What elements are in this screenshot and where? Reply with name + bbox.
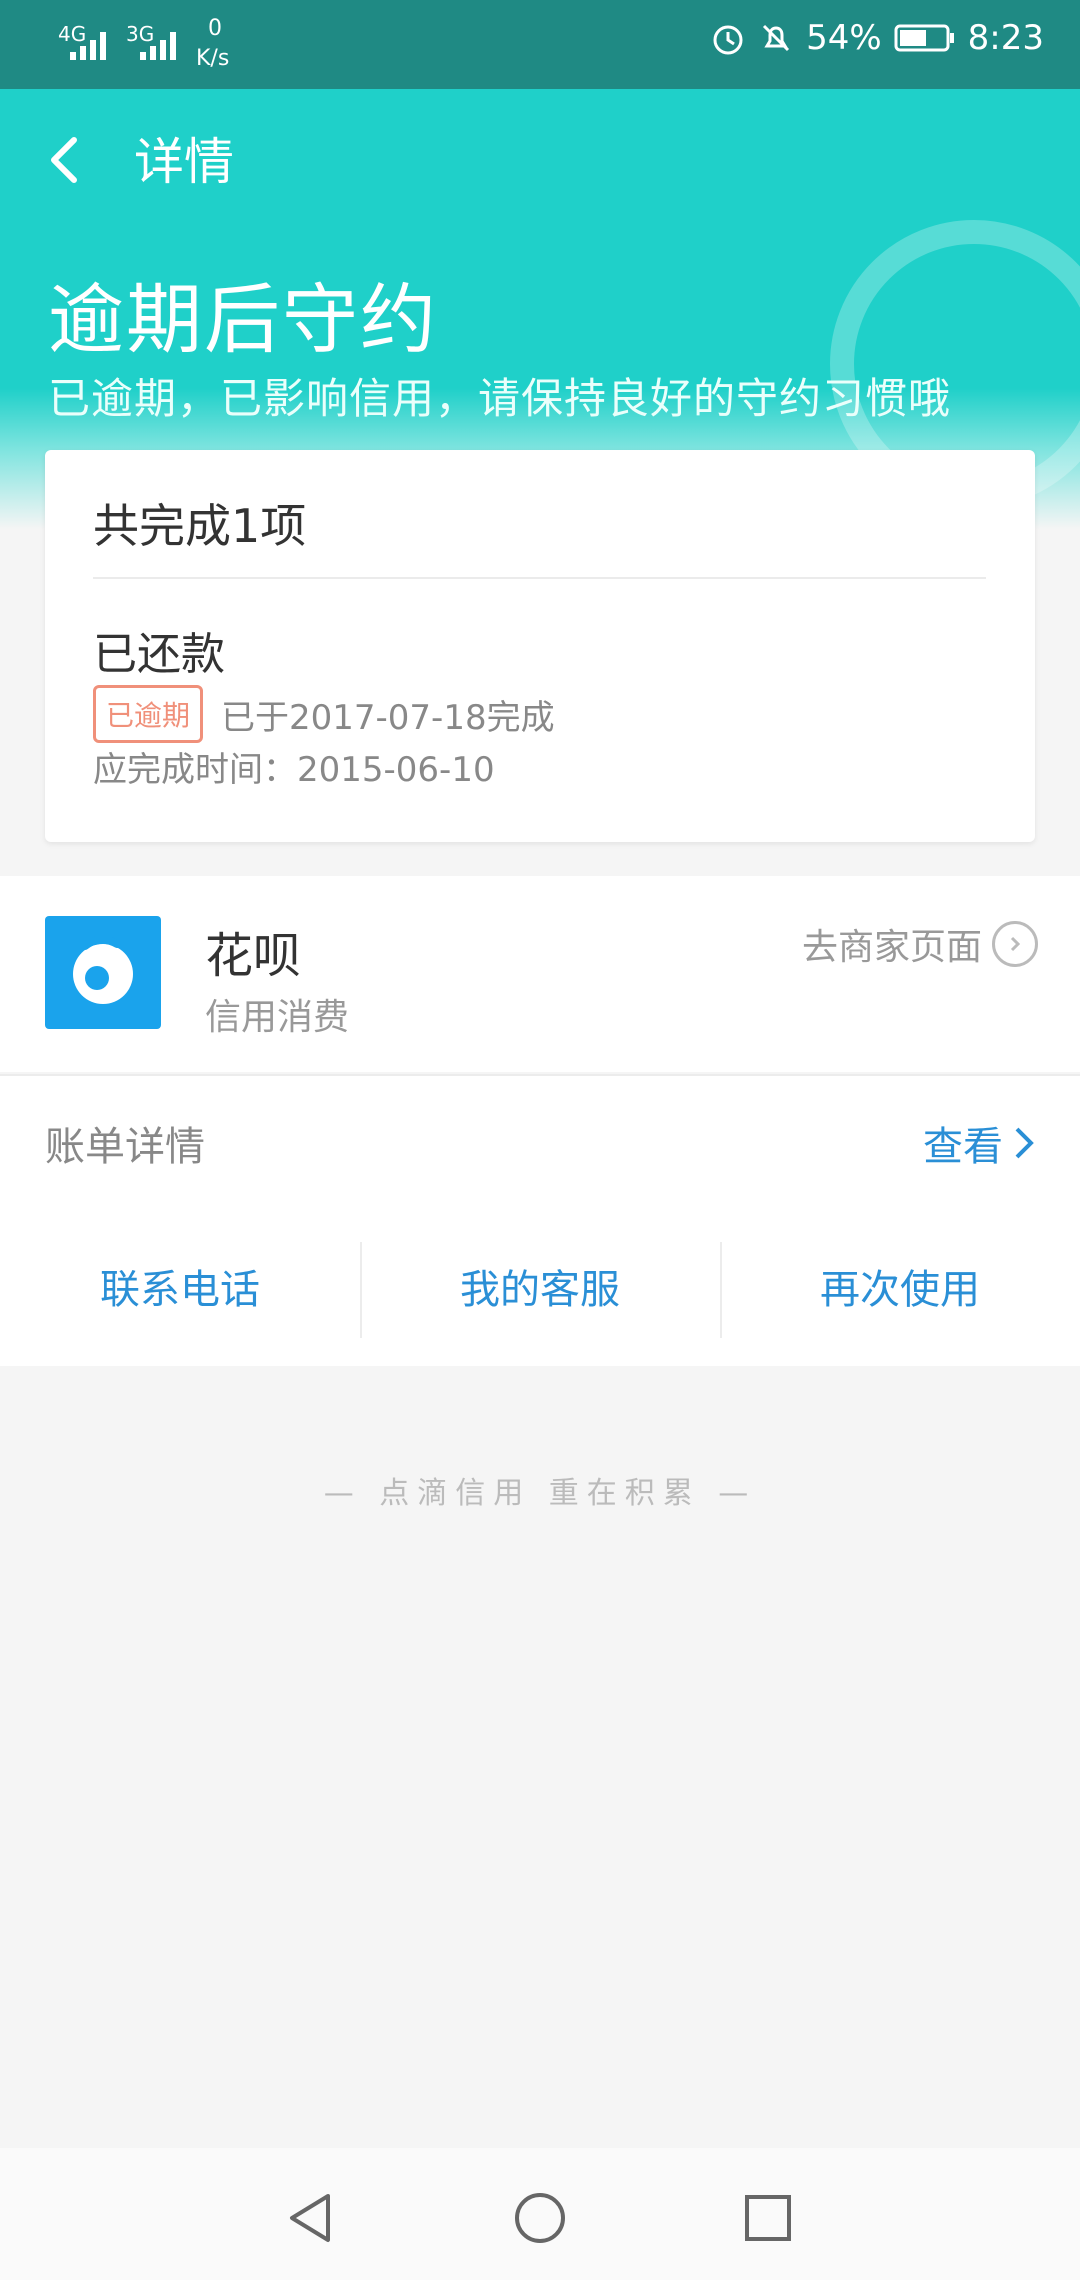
back-triangle-icon[interactable] [280,2188,340,2248]
merchant-name: 花呗 [205,928,302,984]
battery-percent: 54% [806,18,882,58]
divider [93,577,986,579]
completion-card: 共完成1项 已还款 已逾期 已于2017-07-18完成 应完成时间：2015-… [45,450,1035,842]
chevron-right-icon [1015,1127,1034,1159]
recents-square-icon[interactable] [738,2188,798,2248]
clock-time: 8:23 [967,18,1044,58]
bill-detail-row[interactable]: 账单详情 查看 [0,1074,1080,1216]
battery-icon [894,24,954,52]
huabei-logo-icon [45,916,161,1029]
view-bill-label: 查看 [923,1124,1003,1170]
merchant-row: 花呗 信用消费 去商家页面 [0,876,1080,1072]
contact-phone-button[interactable]: 联系电话 [0,1214,360,1366]
bill-detail-label: 账单详情 [45,1124,205,1170]
overdue-badge: 已逾期 [93,685,204,743]
alarm-icon [713,25,743,55]
go-merchant-page-label: 去商家页面 [801,927,982,968]
customer-service-button[interactable]: 我的客服 [360,1214,720,1366]
mute-bell-icon [763,24,790,52]
merchant-category: 信用消费 [205,997,350,1038]
home-circle-icon[interactable] [510,2188,570,2248]
system-nav-bar [0,2148,1080,2280]
action-bar: 联系电话 我的客服 再次使用 [0,1214,1080,1366]
completed-date: 已于2017-07-18完成 [221,698,555,738]
footer-slogan: — 点滴信用 重在积累 — [323,1476,757,1511]
net-speed-value: 0 [208,16,222,41]
go-merchant-page-link[interactable]: 去商家页面 [802,918,1038,970]
status-right: 54% 8:23 [710,18,1044,58]
signal-strength-icon [140,32,176,60]
task-title: 已还款 [93,629,225,680]
completion-summary: 共完成1项 [93,499,307,553]
view-bill-link[interactable]: 查看 [923,1114,1035,1172]
page-title: 详情 [134,133,234,191]
status-heading: 逾期后守约 [48,275,438,364]
signal-strength-icon [70,32,106,60]
status-subtitle: 已逾期，已影响信用，请保持良好的守约习惯哦 [48,374,952,423]
use-again-button[interactable]: 再次使用 [720,1214,1080,1366]
net-speed-unit: K/s [196,46,230,71]
status-bar: 4G 3G 0 K/s 54% 8:23 [0,0,1080,89]
chevron-left-icon[interactable] [40,130,90,190]
chevron-right-circle-icon [992,921,1038,967]
due-date: 应完成时间：2015-06-10 [93,750,495,790]
